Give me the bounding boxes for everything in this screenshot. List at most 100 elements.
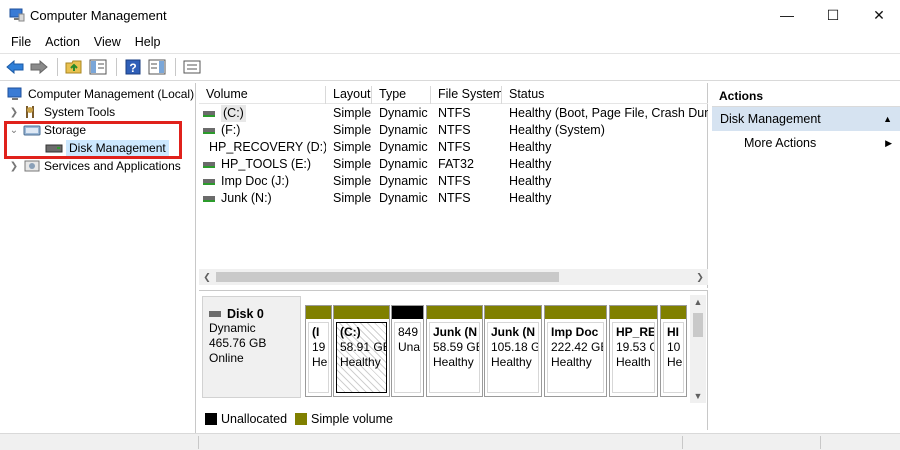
column-header-type[interactable]: Type <box>372 86 431 104</box>
legend-simple-volume: Simple volume <box>311 412 393 426</box>
scrollbar-thumb[interactable] <box>693 313 703 337</box>
chevron-right-icon[interactable]: ❯ <box>8 107 20 118</box>
partition-block[interactable]: (I 19 He <box>305 305 332 397</box>
partition-size: 19.53 G <box>616 340 655 354</box>
partition-status: He <box>667 355 683 369</box>
volume-cell: Junk (N:) <box>199 190 326 207</box>
close-button[interactable]: ✕ <box>856 0 900 30</box>
status-cell: Healthy (System) <box>509 123 605 137</box>
table-row[interactable]: (C:) Simple Dynamic NTFS Healthy (Boot, … <box>199 105 708 122</box>
highlight-annotation <box>4 121 182 159</box>
layout-cell: Simple <box>333 174 372 188</box>
title-bar: Computer Management — ☐ ✕ <box>0 0 900 30</box>
submenu-arrow-icon: ▶ <box>885 138 892 148</box>
simple-volume-band <box>306 306 331 319</box>
tree-item-services-and-applications[interactable]: ❯ Services and Applications <box>8 157 181 175</box>
tree-item-label: Computer Management (Local) <box>28 87 195 101</box>
actions-section-label: Disk Management <box>720 112 821 126</box>
up-folder-icon[interactable] <box>63 57 85 77</box>
disk-legend: Unallocated Simple volume <box>199 408 708 430</box>
scroll-down-icon[interactable]: ▼ <box>690 389 706 403</box>
menu-bar: File Action View Help <box>0 31 900 53</box>
table-row[interactable]: Imp Doc (J:) Simple Dynamic NTFS Healthy <box>199 173 708 190</box>
partition-body: Junk (N 105.18 G Healthy <box>487 322 539 393</box>
partition-size: 58.59 GE <box>433 340 480 354</box>
unallocated-swatch <box>205 413 217 425</box>
scroll-left-icon[interactable]: ❮ <box>199 269 215 285</box>
drive-icon <box>203 195 215 202</box>
layout-cell: Simple <box>333 157 372 171</box>
actions-section-disk-management[interactable]: Disk Management ▲ <box>712 107 900 131</box>
file-system-cell: NTFS <box>438 174 471 188</box>
column-header-volume[interactable]: Volume <box>199 86 326 104</box>
type-cell: Dynamic <box>379 106 428 120</box>
simple-volume-band <box>485 306 541 319</box>
volume-cell: HP_TOOLS (E:) <box>199 156 326 173</box>
action-more-actions[interactable]: More Actions ▶ <box>712 131 900 155</box>
partition-status: Healthy <box>433 355 474 369</box>
back-arrow-icon[interactable] <box>4 57 26 77</box>
partition-body: Imp Doc 222.42 GE Healthy <box>547 322 604 393</box>
column-header-file-system[interactable]: File System <box>431 86 502 104</box>
menu-view[interactable]: View <box>87 35 128 49</box>
volume-name: HP_TOOLS (E:) <box>221 157 312 171</box>
volume-cell: (C:) <box>199 105 326 122</box>
layout-cell: Simple <box>333 106 372 120</box>
partition-block[interactable]: Imp Doc 222.42 GE Healthy <box>544 305 607 397</box>
forward-arrow-icon[interactable] <box>28 57 50 77</box>
partition-block-unallocated[interactable]: 849 Una <box>391 305 424 397</box>
help-icon[interactable]: ? <box>122 57 144 77</box>
tree-item-system-tools[interactable]: ❯ System Tools <box>8 103 115 121</box>
partition-size: 10 <box>667 340 681 354</box>
menu-file[interactable]: File <box>4 35 38 49</box>
vertical-scrollbar[interactable]: ▲ ▼ <box>690 295 706 403</box>
partition-block[interactable]: HP_RE 19.53 G Health <box>609 305 658 397</box>
toolbar-separator <box>175 58 176 76</box>
show-hide-console-tree-icon[interactable] <box>87 57 109 77</box>
partition-name: Imp Doc <box>551 325 599 339</box>
menu-action[interactable]: Action <box>38 35 87 49</box>
column-header-layout[interactable]: Layout <box>326 86 372 104</box>
chevron-right-icon[interactable]: ❯ <box>8 161 20 172</box>
table-row[interactable]: (F:) Simple Dynamic NTFS Healthy (System… <box>199 122 708 139</box>
actions-header: Actions <box>712 85 900 107</box>
disk-icon <box>209 311 221 317</box>
volume-name: (F:) <box>221 123 241 137</box>
scroll-up-icon[interactable]: ▲ <box>690 295 706 309</box>
disk-info-panel[interactable]: Disk 0 Dynamic 465.76 GB Online <box>202 296 301 398</box>
system-tools-icon <box>26 106 34 118</box>
collapse-up-icon[interactable]: ▲ <box>883 107 892 131</box>
tree-item-root[interactable]: Computer Management (Local) <box>4 85 194 103</box>
properties-icon[interactable] <box>181 57 203 77</box>
computer-management-icon <box>7 87 22 100</box>
partition-body: HI 10 He <box>663 322 684 393</box>
scrollbar-thumb[interactable] <box>216 272 559 282</box>
disk-state: Online <box>209 351 244 365</box>
table-row[interactable]: HP_RECOVERY (D:) Simple Dynamic NTFS Hea… <box>199 139 708 156</box>
type-cell: Dynamic <box>379 123 428 137</box>
status-bar <box>0 433 900 450</box>
partition-block[interactable]: Junk (N 105.18 G Healthy <box>484 305 542 397</box>
volume-name: (C:) <box>221 105 246 122</box>
status-divider <box>682 436 683 449</box>
horizontal-scrollbar[interactable]: ❮ ❯ <box>199 269 708 285</box>
partition-block[interactable]: HI 10 He <box>660 305 687 397</box>
volume-name: Imp Doc (J:) <box>221 174 290 188</box>
scroll-right-icon[interactable]: ❯ <box>692 269 708 285</box>
simple-volume-band <box>334 306 389 319</box>
menu-help[interactable]: Help <box>128 35 168 49</box>
status-cell: Healthy <box>509 174 552 188</box>
table-row[interactable]: HP_TOOLS (E:) Simple Dynamic FAT32 Healt… <box>199 156 708 173</box>
partition-name: HP_RE <box>616 325 655 339</box>
partition-block-selected[interactable]: (C:) 58.91 GE Healthy <box>333 305 390 397</box>
partition-name: HI <box>667 325 679 339</box>
table-row[interactable]: Junk (N:) Simple Dynamic NTFS Healthy <box>199 190 708 207</box>
partition-size: 849 <box>398 325 419 339</box>
column-header-status[interactable]: Status <box>502 86 708 104</box>
minimize-button[interactable]: — <box>764 0 810 30</box>
show-hide-action-pane-icon[interactable] <box>146 57 168 77</box>
partition-block[interactable]: Junk (N 58.59 GE Healthy <box>426 305 483 397</box>
file-system-cell: NTFS <box>438 123 471 137</box>
partition-size: 105.18 G <box>491 340 539 354</box>
maximize-button[interactable]: ☐ <box>810 0 856 30</box>
